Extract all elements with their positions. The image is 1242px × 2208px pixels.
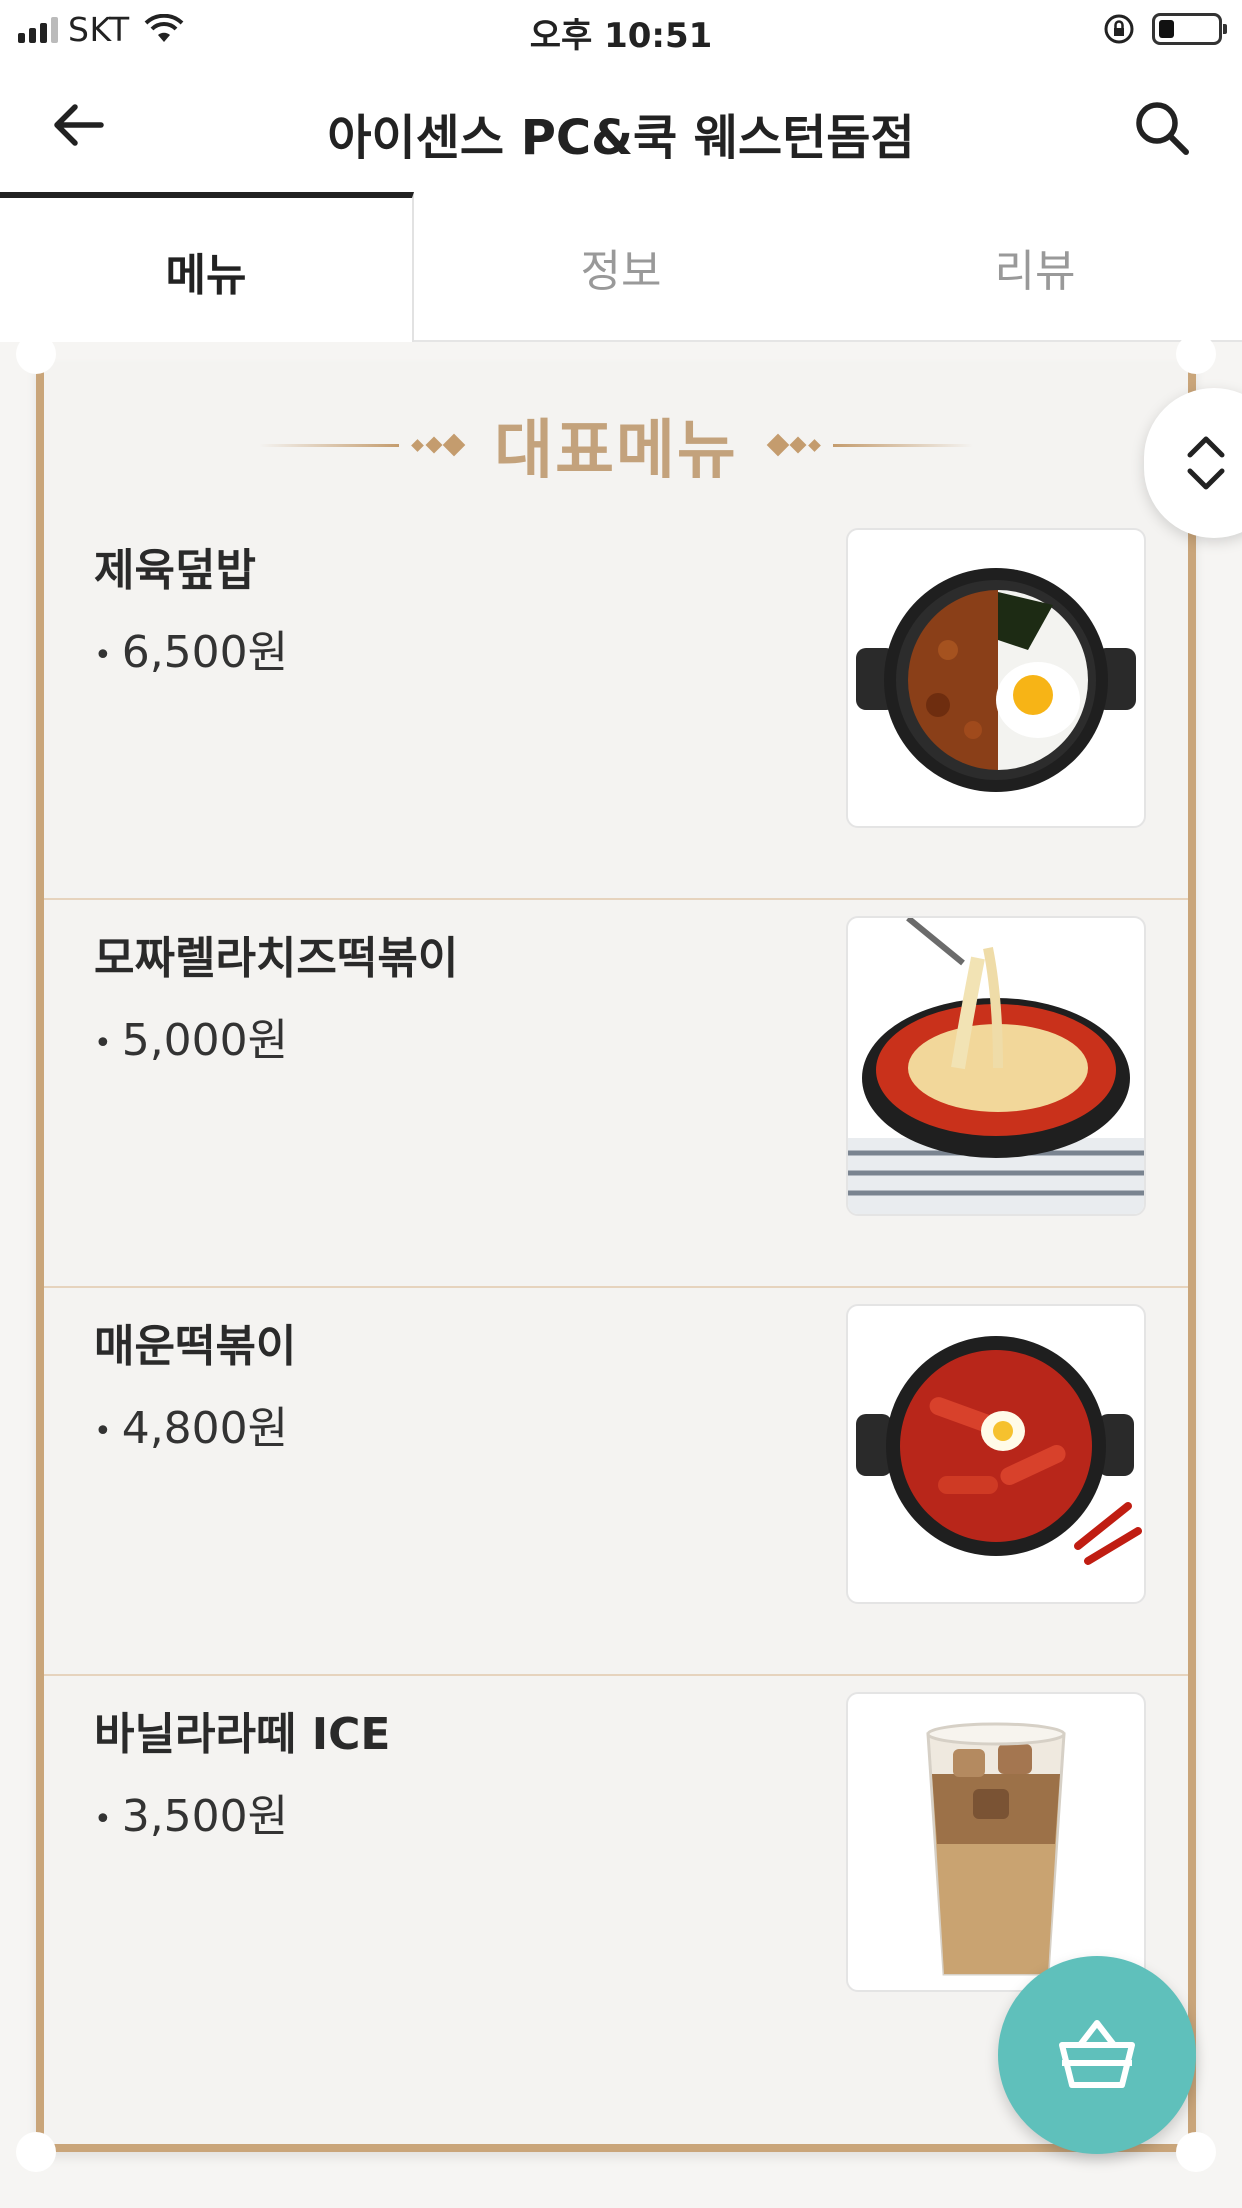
menu-item-price: • 6,500원 <box>94 627 289 678</box>
orientation-lock-icon <box>1104 14 1134 44</box>
back-button[interactable] <box>44 90 114 160</box>
bowl-image-icon <box>856 568 1136 792</box>
menu-item[interactable]: 모짜렐라치즈떡볶이 • 5,000원 <box>44 900 1188 1288</box>
basket-icon <box>1059 2020 1135 2088</box>
search-button[interactable] <box>1122 88 1202 168</box>
status-time: 오후 10:51 <box>529 16 713 56</box>
page-title: 아이센스 PC&쿡 웨스턴돔점 <box>327 110 915 166</box>
status-right <box>1102 12 1227 46</box>
menu-item-name: 바닐라라떼 ICE <box>94 1709 391 1760</box>
back-arrow-icon <box>54 104 104 146</box>
menu-item[interactable]: 제육덮밥 • 6,500원 <box>44 512 1188 900</box>
section-title: 대표메뉴 <box>494 414 738 488</box>
menu-item-name: 모짜렐라치즈떡볶이 <box>94 933 459 984</box>
tab-reviews[interactable]: 리뷰 <box>828 192 1242 342</box>
panel-corner <box>16 334 56 374</box>
spicy-tteokbokki-image-icon <box>856 1336 1142 1565</box>
deco-line-right <box>832 443 973 447</box>
menu-item-price: • 3,500원 <box>94 1791 289 1842</box>
price-value: 3,500원 <box>121 1791 289 1842</box>
deco-diamonds-right <box>766 433 821 457</box>
price-value: 4,800원 <box>121 1403 289 1454</box>
search-icon <box>1136 102 1189 155</box>
tab-menu[interactable]: 메뉴 <box>0 192 414 344</box>
mozzarella-tteokbokki-photo[interactable] <box>846 916 1146 1216</box>
price-value: 6,500원 <box>121 627 289 678</box>
menu-item-price: • 5,000원 <box>94 1015 289 1066</box>
deco-line-left <box>259 443 400 447</box>
spicy-tteokbokki-photo[interactable] <box>846 1304 1146 1604</box>
panel-corner <box>1176 334 1216 374</box>
iced-latte-image-icon <box>926 1722 1066 1976</box>
menu-item-name: 매운떡볶이 <box>94 1321 297 1372</box>
cart-button[interactable] <box>998 1956 1196 2154</box>
tab-info[interactable]: 정보 <box>414 192 828 342</box>
status-bar: SKT 오후 10:51 <box>0 0 1242 62</box>
tteokbokki-cheese-image-icon <box>848 918 1144 1214</box>
menu-item-name: 제육덮밥 <box>94 545 256 596</box>
panel-corner <box>1176 2132 1216 2172</box>
app-header: 아이센스 PC&쿡 웨스턴돔점 <box>0 62 1242 192</box>
menu-item-price: • 4,800원 <box>94 1403 289 1454</box>
deco-diamonds-left <box>411 433 466 457</box>
chevron-up-down-icon <box>1187 436 1225 490</box>
iced-vanilla-latte-photo[interactable] <box>846 1692 1146 1992</box>
battery-icon <box>1152 13 1227 45</box>
featured-menu-panel: 대표메뉴 제육덮밥 • 6,500원 모짜렐라치즈떡볶이 • 5,000원 매운… <box>16 334 1216 2172</box>
menu-list: 제육덮밥 • 6,500원 모짜렐라치즈떡볶이 • 5,000원 매운떡볶이 •… <box>44 512 1188 2064</box>
tab-bar: 메뉴 정보 리뷰 <box>0 192 1242 344</box>
jeyuk-rice-bowl-photo[interactable] <box>846 528 1146 828</box>
menu-item[interactable]: 매운떡볶이 • 4,800원 <box>44 1288 1188 1676</box>
price-value: 5,000원 <box>121 1015 289 1066</box>
panel-corner <box>16 2132 56 2172</box>
section-header: 대표메뉴 <box>44 400 1188 490</box>
